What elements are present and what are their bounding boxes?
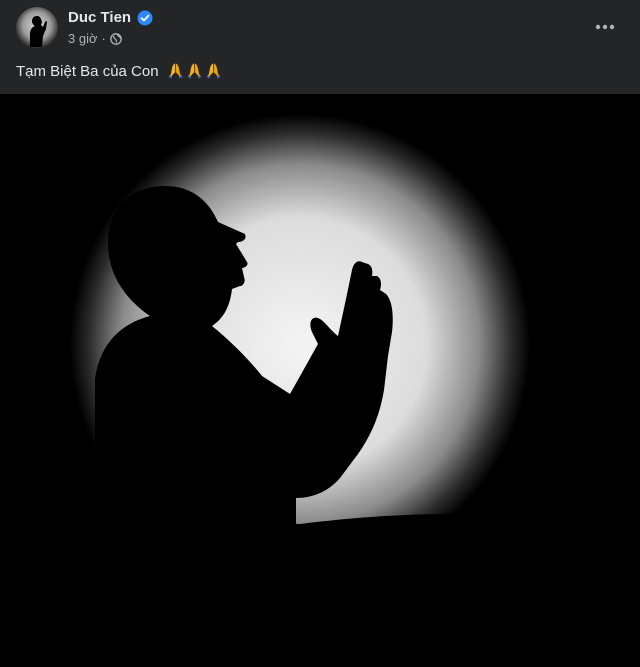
post-photo[interactable] <box>0 94 640 667</box>
folded-hands-icon <box>206 63 221 79</box>
folded-hands-icon <box>168 63 183 79</box>
avatar[interactable] <box>16 7 58 49</box>
verified-badge-icon <box>137 10 153 26</box>
post-message: Tạm Biệt Ba của Con <box>16 60 616 84</box>
author-name[interactable]: Duc Tien <box>68 9 131 27</box>
more-options-button[interactable] <box>588 10 622 44</box>
post-meta: 3 giờ · <box>68 31 122 47</box>
avatar-silhouette-icon <box>30 16 47 47</box>
praying-silhouette-image <box>0 94 640 667</box>
dot-separator: · <box>101 31 106 46</box>
post-message-text: Tạm Biệt Ba của Con <box>16 63 159 80</box>
timestamp[interactable]: 3 giờ <box>68 31 98 47</box>
globe-icon[interactable] <box>109 33 122 45</box>
folded-hands-icon <box>187 63 202 79</box>
emoji-group <box>167 62 222 79</box>
facebook-post: Duc Tien 3 giờ · Tạm Biệt Ba của Con <box>0 0 640 667</box>
post-header: Duc Tien 3 giờ · <box>0 0 640 56</box>
more-horizontal-icon <box>595 24 615 30</box>
